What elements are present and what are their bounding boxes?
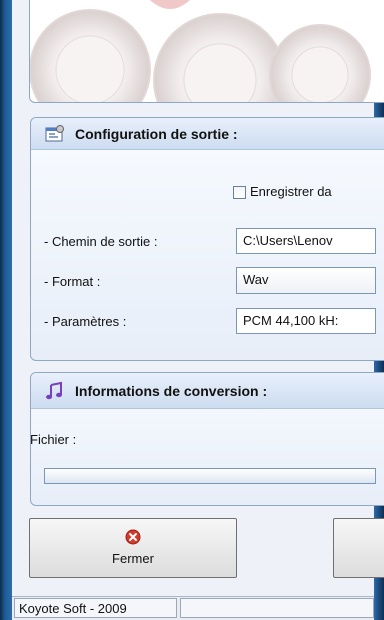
conversion-info-title: Informations de conversion : [75,382,268,399]
speaker-artwork [29,0,384,103]
speaker-image [30,0,371,102]
close-circle-icon [125,529,141,545]
format-label: - Format : [44,274,101,289]
conversion-info-header: Informations de conversion : [31,373,384,409]
output-path-label: - Chemin de sortie : [44,234,158,249]
status-pane-credits: Koyote Soft - 2009 [14,598,177,618]
output-config-title: Configuration de sortie : [75,125,238,142]
music-note-icon [45,381,65,401]
params-field[interactable]: PCM 44,100 kH: [236,308,376,334]
secondary-button[interactable] [333,518,384,578]
params-label: - Paramètres : [44,314,127,329]
settings-window-icon [45,124,65,143]
file-label: Fichier : [30,432,77,447]
record-checkbox[interactable] [233,186,246,199]
output-path-field[interactable]: C:\Users\Lenov [236,228,376,254]
window-frame-left [0,0,12,620]
status-pane-empty [180,598,374,618]
record-label[interactable]: Enregistrer da [250,184,332,199]
format-select[interactable]: Wav [236,267,376,294]
close-button-label: Fermer [112,551,154,566]
output-config-header: Configuration de sortie : [31,118,384,150]
conversion-progress-bar [44,468,376,484]
close-button[interactable]: Fermer [29,518,237,578]
conversion-info-group: Informations de conversion : [30,372,384,506]
